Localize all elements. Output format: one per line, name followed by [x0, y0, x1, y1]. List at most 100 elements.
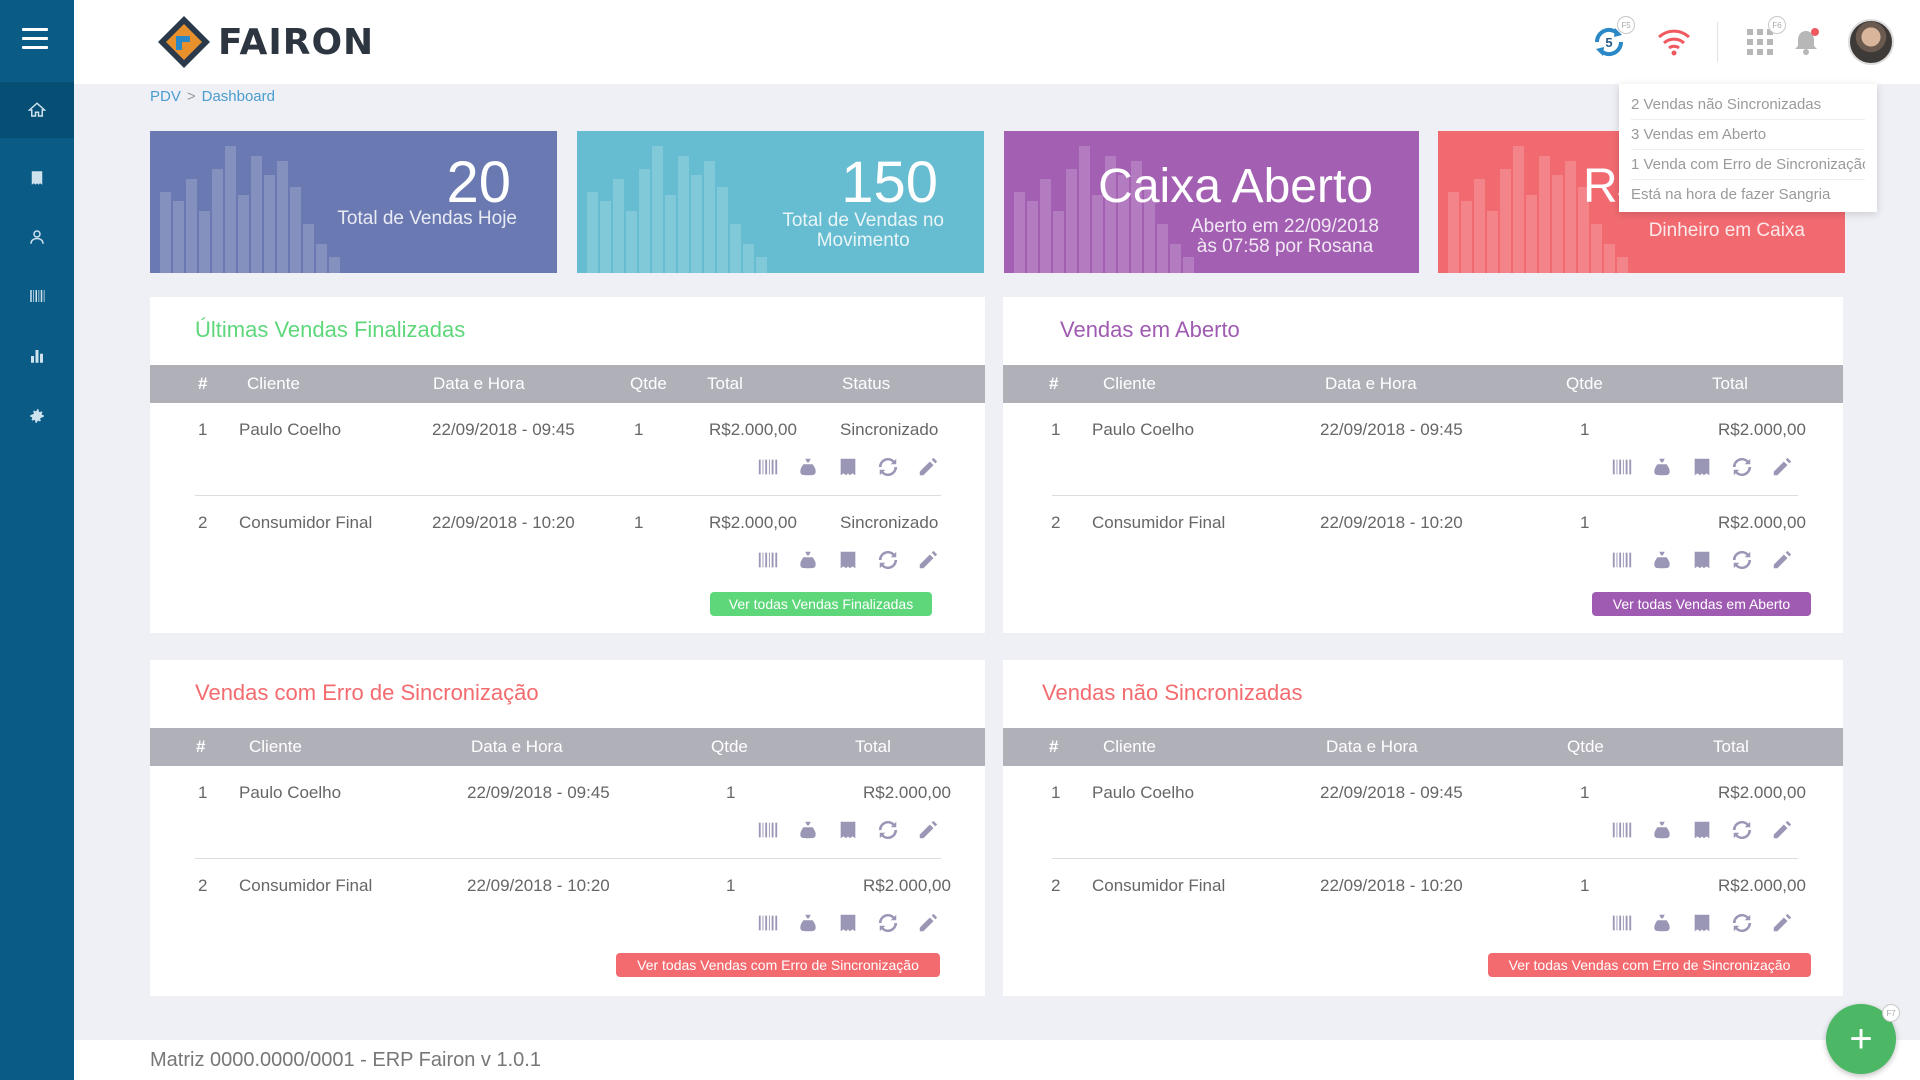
table-header: # Cliente Data e Hora Qtde Total: [1003, 728, 1843, 766]
avatar[interactable]: [1848, 19, 1894, 65]
barcode-button[interactable]: [1610, 911, 1634, 935]
sync-button[interactable]: [1730, 455, 1754, 479]
receipt-button[interactable]: [836, 911, 860, 935]
money-bag-button[interactable]: [796, 818, 820, 842]
add-button[interactable]: + F7: [1826, 1004, 1900, 1074]
money-bag-button[interactable]: [796, 911, 820, 935]
edit-button[interactable]: [1770, 548, 1794, 572]
table-row[interactable]: 1 Paulo Coelho 22/09/2018 - 09:45 1 R$2.…: [1003, 773, 1843, 813]
decorative-bar: [1040, 179, 1051, 273]
receipt-button[interactable]: [836, 818, 860, 842]
table-row[interactable]: 2 Consumidor Final 22/09/2018 - 10:20 1 …: [1003, 503, 1843, 543]
table-row[interactable]: 1 Paulo Coelho 22/09/2018 - 09:45 1 R$2.…: [1003, 410, 1843, 450]
edit-button[interactable]: [1770, 455, 1794, 479]
card-value: 150: [841, 150, 938, 215]
edit-button[interactable]: [916, 548, 940, 572]
edit-button[interactable]: [1770, 818, 1794, 842]
money-bag-button[interactable]: [796, 548, 820, 572]
money-bag-button[interactable]: [1650, 548, 1674, 572]
money-bag-button[interactable]: [1650, 911, 1674, 935]
receipt-button[interactable]: [1690, 548, 1714, 572]
notification-item[interactable]: Está na hora de fazer Sangria: [1631, 180, 1865, 209]
money-bag-icon: [1654, 458, 1670, 476]
wifi-status[interactable]: [1654, 22, 1694, 62]
money-bag-button[interactable]: [1650, 818, 1674, 842]
sync-button[interactable]: 5 F5: [1589, 16, 1635, 62]
edit-button[interactable]: [916, 818, 940, 842]
receipt-button[interactable]: [1690, 911, 1714, 935]
decorative-bar: [1461, 201, 1472, 273]
decorative-bar: [160, 192, 171, 273]
decorative-bar: [290, 187, 301, 273]
sync-button[interactable]: [876, 455, 900, 479]
table-row[interactable]: 1 Paulo Coelho 22/09/2018 - 09:45 1 R$2.…: [150, 773, 985, 813]
ver-todas-nao-sincronizadas-button[interactable]: Ver todas Vendas com Erro de Sincronizaç…: [1488, 953, 1811, 977]
card-total-vendas-hoje[interactable]: 20 Total de Vendas Hoje: [150, 131, 557, 273]
sync-button[interactable]: [1730, 818, 1754, 842]
apps-button[interactable]: F6: [1740, 16, 1786, 62]
ver-todas-finalizadas-button[interactable]: Ver todas Vendas Finalizadas: [710, 592, 932, 616]
sync-button[interactable]: [1730, 548, 1754, 572]
logo[interactable]: FAIRON: [156, 14, 374, 70]
decorative-bar: [1053, 211, 1064, 273]
receipt-icon: [1694, 458, 1710, 476]
barcode-icon: [758, 822, 778, 838]
sync-button[interactable]: [876, 818, 900, 842]
decorative-bar: [251, 156, 262, 273]
receipt-button[interactable]: [1690, 455, 1714, 479]
sync-button[interactable]: [1730, 911, 1754, 935]
edit-button[interactable]: [916, 911, 940, 935]
ver-todas-aberto-button[interactable]: Ver todas Vendas em Aberto: [1592, 592, 1811, 616]
notification-item[interactable]: 2 Vendas não Sincronizadas: [1631, 90, 1865, 120]
barcode-button[interactable]: [756, 818, 780, 842]
edit-button[interactable]: [1770, 911, 1794, 935]
receipt-button[interactable]: [836, 548, 860, 572]
decorative-bar: [316, 244, 327, 273]
sidebar-item-clients[interactable]: [0, 209, 74, 265]
table-row[interactable]: 2 Consumidor Final 22/09/2018 - 10:20 1 …: [150, 503, 985, 543]
decorative-bar: [225, 146, 236, 273]
edit-button[interactable]: [916, 455, 940, 479]
barcode-button[interactable]: [756, 911, 780, 935]
money-bag-icon: [800, 914, 816, 932]
sidebar-item-sales[interactable]: [0, 150, 74, 206]
table-row[interactable]: 2 Consumidor Final 22/09/2018 - 10:20 1 …: [1003, 866, 1843, 906]
card-total-vendas-movimento[interactable]: 150 Total de Vendas no Movimento: [577, 131, 984, 273]
barcode-button[interactable]: [756, 548, 780, 572]
breadcrumb-current[interactable]: Dashboard: [202, 88, 275, 105]
table-row[interactable]: 1 Paulo Coelho 22/09/2018 - 09:45 1 R$2.…: [150, 410, 985, 450]
sync-button[interactable]: [876, 911, 900, 935]
notifications-button[interactable]: [1786, 22, 1826, 62]
row-divider: [1052, 495, 1798, 496]
decorative-bar: [1170, 244, 1181, 273]
sync-button[interactable]: [876, 548, 900, 572]
barcode-button[interactable]: [1610, 548, 1634, 572]
table-row[interactable]: 2 Consumidor Final 22/09/2018 - 10:20 1 …: [150, 866, 985, 906]
card-value: Caixa Aberto: [1098, 160, 1373, 213]
sidebar-item-settings[interactable]: [0, 388, 74, 444]
receipt-icon: [840, 914, 856, 932]
barcode-button[interactable]: [1610, 455, 1634, 479]
table-header: # Cliente Data e Hora Qtde Total: [1003, 365, 1843, 403]
money-bag-button[interactable]: [1650, 455, 1674, 479]
card-caixa-aberto[interactable]: Caixa Aberto Aberto em 22/09/2018 às 07:5…: [1004, 131, 1419, 273]
decorative-bar: [1014, 192, 1025, 273]
receipt-button[interactable]: [836, 455, 860, 479]
barcode-button[interactable]: [756, 455, 780, 479]
breadcrumb-root[interactable]: PDV: [150, 88, 181, 105]
menu-icon[interactable]: [22, 28, 48, 50]
row-actions: [1610, 818, 1800, 844]
ver-todas-erro-button[interactable]: Ver todas Vendas com Erro de Sincronizaç…: [616, 953, 940, 977]
receipt-button[interactable]: [1690, 818, 1714, 842]
notification-item[interactable]: 1 Venda com Erro de Sincronização: [1631, 150, 1865, 180]
barcode-button[interactable]: [1610, 818, 1634, 842]
sidebar-item-home[interactable]: [0, 82, 74, 138]
decorative-bar: [1591, 224, 1602, 273]
notification-item[interactable]: 3 Vendas em Aberto: [1631, 120, 1865, 150]
sidebar-item-reports[interactable]: [0, 328, 74, 384]
wifi-icon: [1657, 29, 1691, 56]
money-bag-button[interactable]: [796, 455, 820, 479]
sidebar-item-products[interactable]: [0, 268, 74, 324]
money-bag-icon: [800, 551, 816, 569]
receipt-icon: [31, 171, 43, 185]
